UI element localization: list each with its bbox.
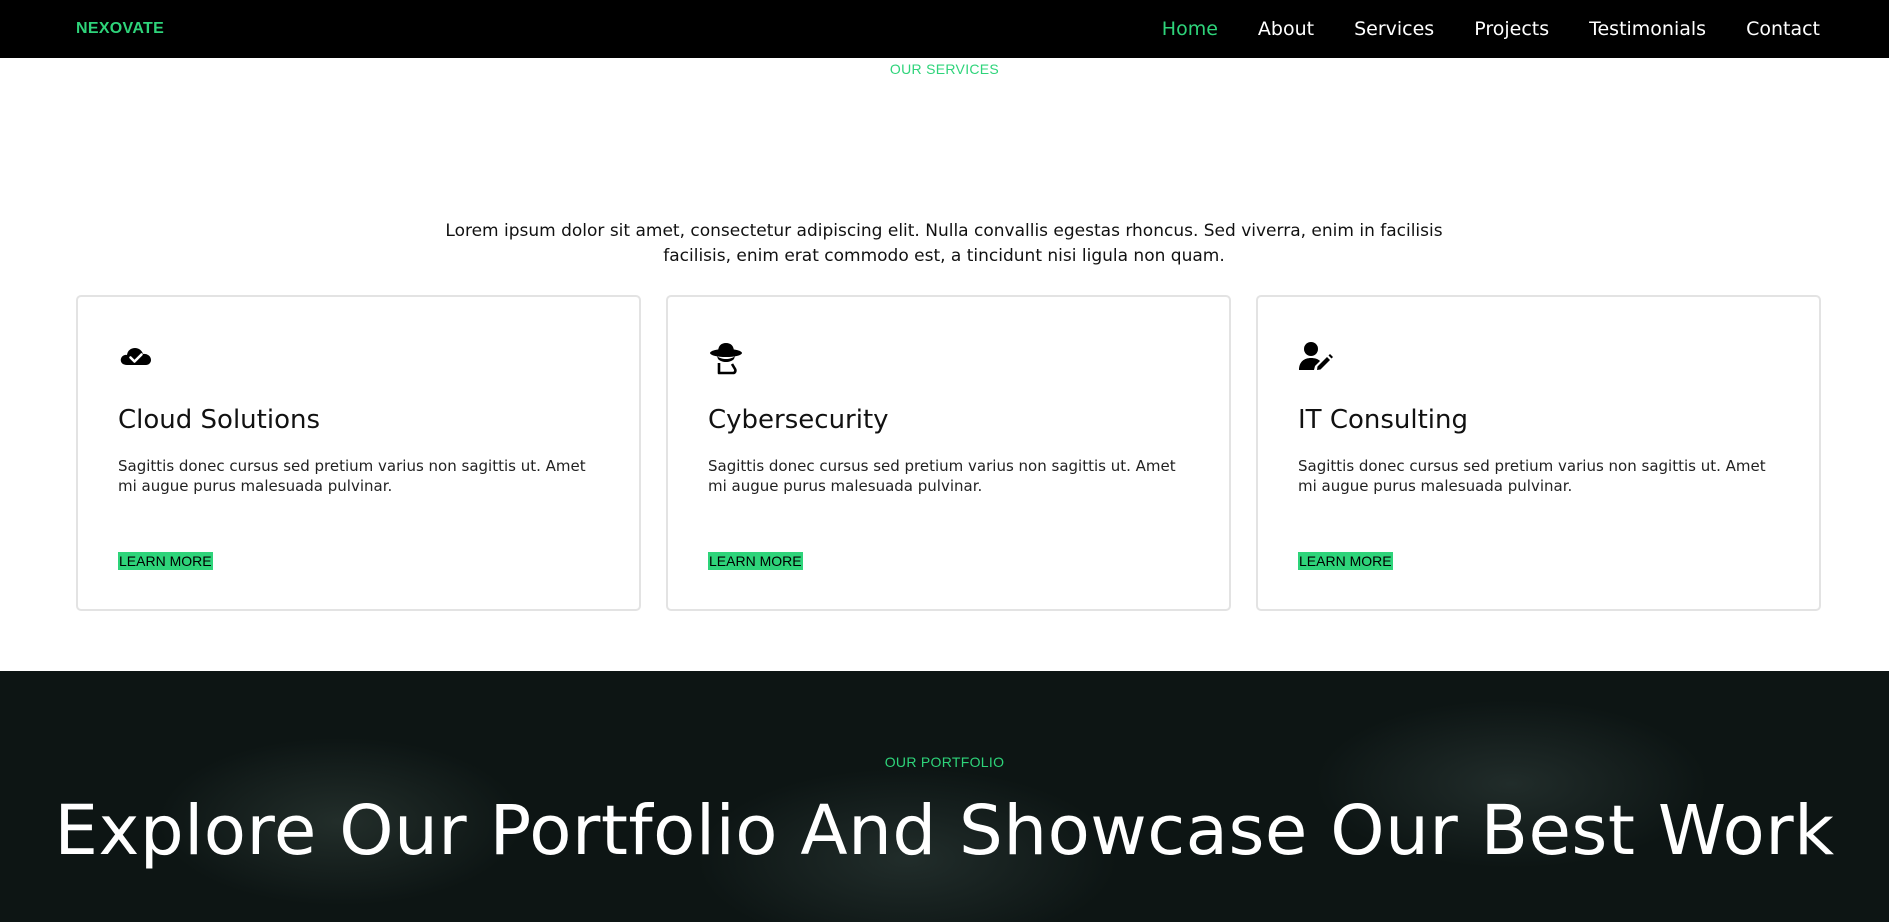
- user-edit-icon: [1298, 339, 1334, 375]
- services-intro: Lorem ipsum dolor sit amet, consectetur …: [445, 221, 1443, 266]
- portfolio-title: Explore Our Portfolio And Showcase Our B…: [54, 791, 1835, 871]
- brand-logo[interactable]: NEXOVATE: [76, 20, 164, 38]
- services-eyebrow: OUR SERVICES: [889, 61, 1000, 77]
- user-secret-icon: [708, 339, 744, 375]
- nav-link-contact[interactable]: Contact: [1746, 18, 1820, 40]
- portfolio-section: OUR PORTFOLIO Explore Our Portfolio And …: [0, 671, 1889, 922]
- learn-more-link[interactable]: LEARN MORE: [118, 552, 213, 570]
- card-text: Sagittis donec cursus sed pretium varius…: [1298, 457, 1766, 495]
- service-card-cybersecurity: Cybersecurity Sagittis donec cursus sed …: [666, 295, 1231, 611]
- portfolio-eyebrow: OUR PORTFOLIO: [884, 754, 1005, 770]
- card-title: IT Consulting: [1298, 405, 1469, 435]
- card-title: Cloud Solutions: [118, 405, 320, 435]
- services-section: OUR SERVICES Lorem ipsum dolor sit amet,…: [0, 58, 1889, 671]
- nav-link-about[interactable]: About: [1258, 18, 1314, 40]
- card-text: Sagittis donec cursus sed pretium varius…: [118, 457, 586, 495]
- service-card-it-consulting: IT Consulting Sagittis donec cursus sed …: [1256, 295, 1821, 611]
- nav-link-testimonials[interactable]: Testimonials: [1589, 18, 1706, 40]
- main-nav: Home About Services Projects Testimonial…: [1162, 18, 1820, 40]
- card-title: Cybersecurity: [708, 405, 889, 435]
- cloud-check-icon: [118, 339, 154, 375]
- learn-more-link[interactable]: LEARN MORE: [708, 552, 803, 570]
- card-text: Sagittis donec cursus sed pretium varius…: [708, 457, 1176, 495]
- learn-more-link[interactable]: LEARN MORE: [1298, 552, 1393, 570]
- nav-link-services[interactable]: Services: [1354, 18, 1434, 40]
- service-cards: Cloud Solutions Sagittis donec cursus se…: [76, 295, 1821, 611]
- top-navbar: NEXOVATE Home About Services Projects Te…: [0, 0, 1889, 58]
- nav-link-home[interactable]: Home: [1162, 18, 1218, 40]
- service-card-cloud: Cloud Solutions Sagittis donec cursus se…: [76, 295, 641, 611]
- nav-link-projects[interactable]: Projects: [1474, 18, 1549, 40]
